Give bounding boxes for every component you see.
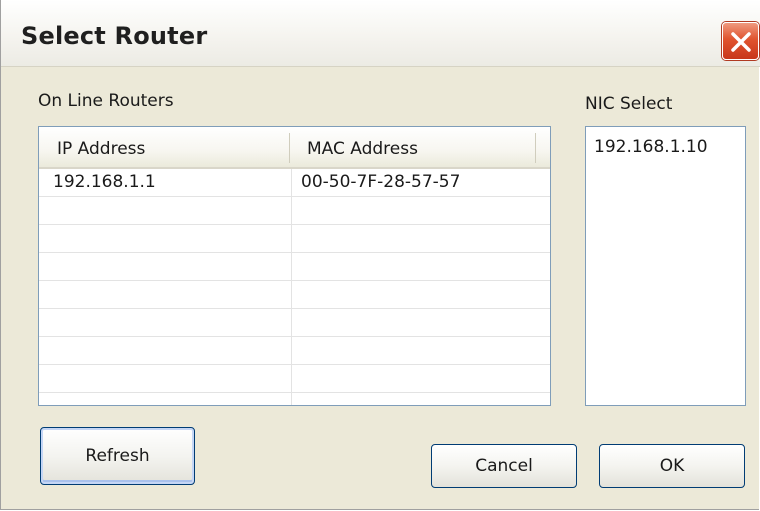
close-button[interactable]	[722, 22, 759, 60]
ip-cell: 192.168.1.1	[53, 172, 156, 192]
dialog-title: Select Router	[21, 22, 208, 50]
table-row[interactable]	[39, 337, 550, 365]
table-row[interactable]	[39, 197, 550, 225]
router-list-header: IP Address MAC Address	[39, 127, 550, 169]
table-row[interactable]	[39, 281, 550, 309]
table-row[interactable]	[39, 365, 550, 393]
cancel-button[interactable]: Cancel	[431, 444, 577, 488]
refresh-button[interactable]: Refresh	[40, 427, 195, 485]
table-row[interactable]: 192.168.1.1 00-50-7F-28-57-57	[39, 169, 550, 197]
table-row[interactable]	[39, 253, 550, 281]
column-header-ip-address[interactable]: IP Address	[57, 139, 145, 159]
table-row[interactable]	[39, 225, 550, 253]
nic-list[interactable]: 192.168.1.10	[585, 126, 746, 406]
select-router-dialog: Select Router On Line Routers NIC Select…	[0, 0, 760, 510]
column-header-mac-address[interactable]: MAC Address	[307, 139, 418, 159]
online-routers-label: On Line Routers	[38, 91, 174, 111]
title-bar[interactable]: Select Router	[1, 0, 760, 67]
column-divider[interactable]	[535, 133, 536, 163]
column-divider[interactable]	[289, 133, 290, 163]
mac-cell: 00-50-7F-28-57-57	[301, 172, 461, 192]
ok-button[interactable]: OK	[599, 444, 745, 488]
nic-list-item[interactable]: 192.168.1.10	[594, 137, 708, 157]
nic-select-label: NIC Select	[585, 94, 673, 114]
table-row[interactable]	[39, 309, 550, 337]
close-icon	[731, 32, 751, 52]
router-list[interactable]: IP Address MAC Address 192.168.1.1 00-50…	[38, 126, 551, 406]
